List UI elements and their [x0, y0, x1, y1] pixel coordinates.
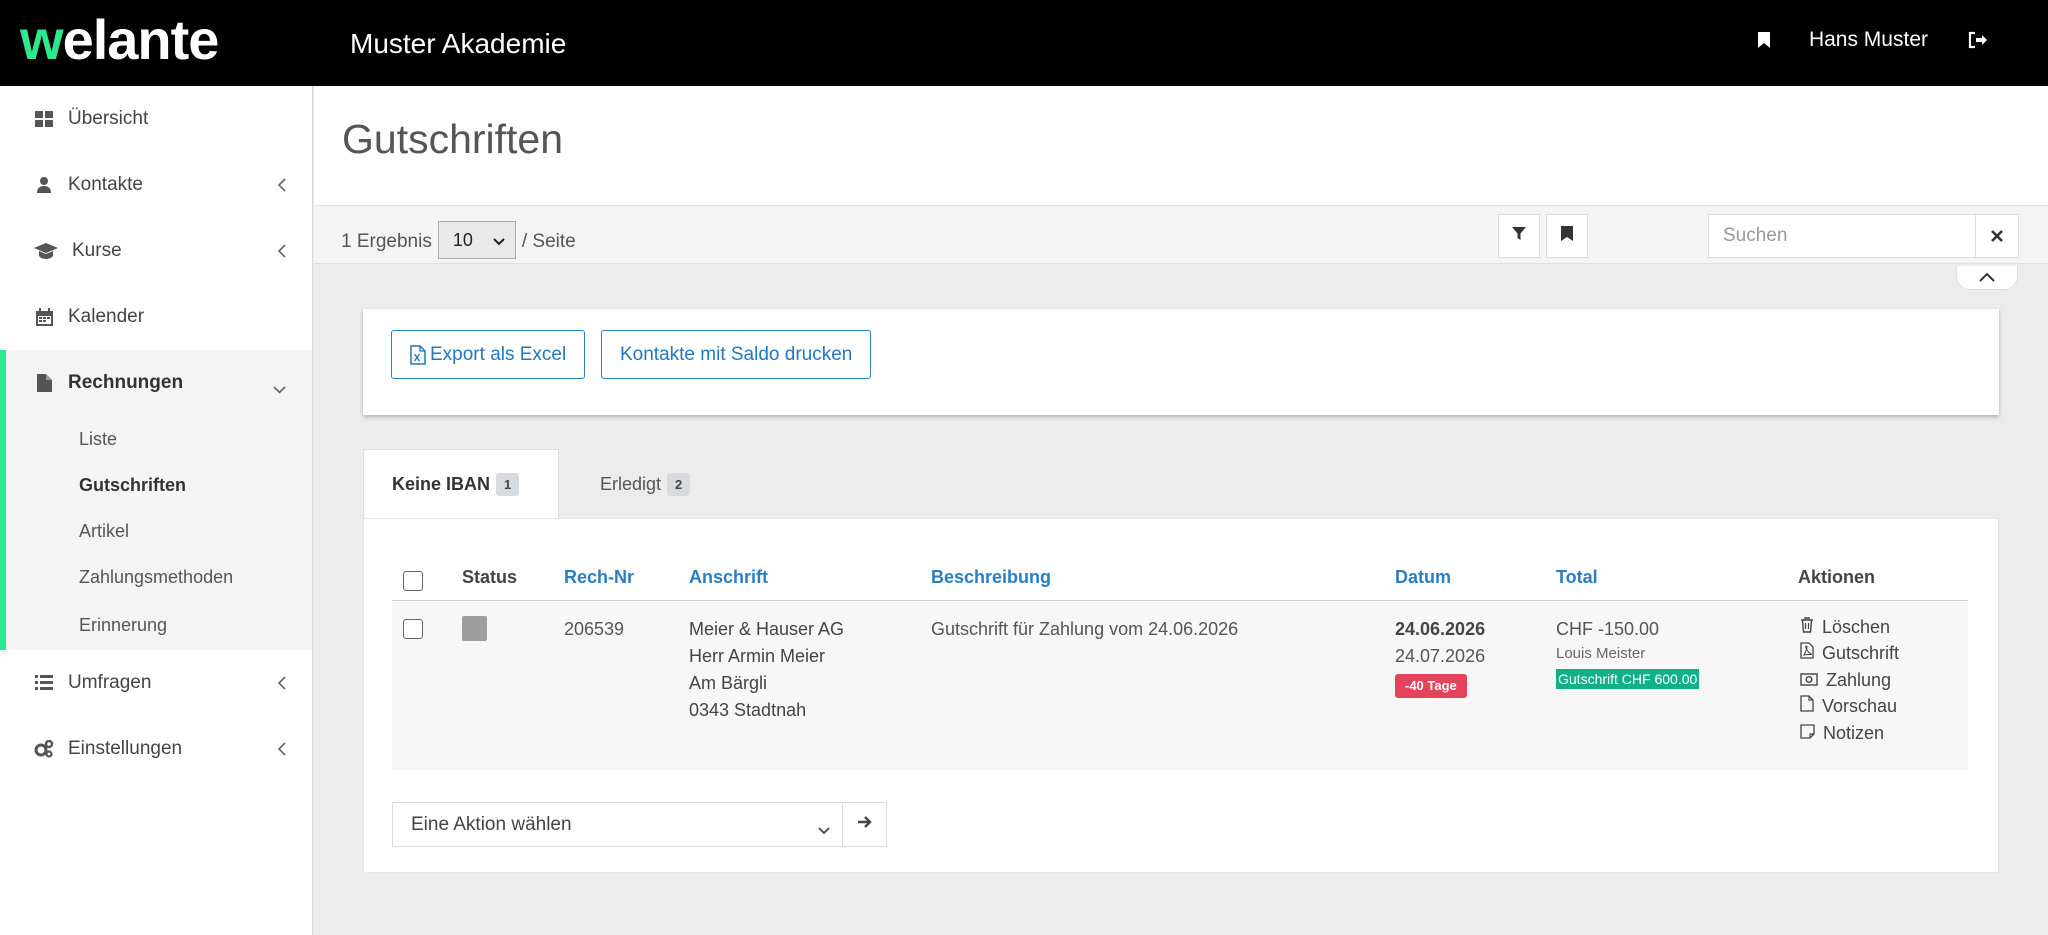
sidebar-item-kalender[interactable]: Kalender [0, 284, 312, 350]
sidebar-item-rechnungen[interactable]: Rechnungen [6, 350, 312, 416]
action-vorschau[interactable]: Vorschau [1800, 694, 1899, 721]
col-beschreibung[interactable]: Beschreibung [931, 567, 1051, 588]
print-saldo-button[interactable]: Kontakte mit Saldo drucken [601, 330, 872, 379]
total-amount: CHF -150.00 [1556, 619, 1660, 639]
action-notizen[interactable]: Notizen [1800, 720, 1899, 747]
status-indicator [462, 616, 487, 641]
chevron-up-icon [1979, 269, 1995, 287]
chevron-down-icon [493, 230, 505, 251]
sidebar-sub-liste[interactable]: Liste [6, 416, 312, 462]
top-bar: welante Muster Akademie Hans Muster [0, 0, 2048, 86]
select-all-checkbox[interactable] [403, 571, 423, 591]
total: CHF -150.00 Louis Meister Gutschrift CHF… [1556, 616, 1700, 692]
sidebar-sub-erinnerung[interactable]: Erinnerung [6, 600, 312, 650]
sidebar-item-einstellungen[interactable]: Einstellungen [0, 716, 312, 782]
sidebar-group-rechnungen: Rechnungen Liste Gutschriften Artikel Za… [0, 350, 312, 650]
list-toolbar: 1 Ergebnis 10 / Seite Suchen [314, 206, 2048, 264]
file-pdf-icon [1800, 640, 1814, 667]
list-icon [34, 673, 54, 693]
graduation-cap-icon [34, 241, 58, 261]
col-datum[interactable]: Datum [1395, 567, 1451, 588]
table-panel: Status Rech-Nr Anschrift Beschreibung Da… [363, 518, 1999, 873]
logout-icon[interactable] [1968, 31, 1988, 49]
sidebar-sub-gutschriften[interactable]: Gutschriften [6, 462, 312, 508]
action-loeschen[interactable]: Löschen [1800, 614, 1899, 641]
sidebar-sub-zahlungsmethoden[interactable]: Zahlungsmethoden [6, 554, 312, 600]
tab-count-badge: 1 [496, 473, 520, 496]
row-checkbox[interactable] [403, 619, 423, 639]
user-area: Hans Muster [1757, 28, 1988, 52]
col-total[interactable]: Total [1556, 567, 1598, 588]
dates: 24.06.2026 24.07.2026 -40 Tage [1395, 616, 1485, 698]
collapse-toggle[interactable] [1956, 266, 2018, 290]
per-page-select[interactable]: 10 [437, 221, 516, 259]
bulk-action-submit-button[interactable] [842, 802, 887, 847]
filter-icon [1512, 226, 1526, 246]
arrow-right-icon [857, 815, 873, 834]
file-icon [1800, 693, 1814, 720]
action-gutschrift[interactable]: Gutschrift [1800, 641, 1899, 668]
col-anschrift[interactable]: Anschrift [689, 567, 768, 588]
chevron-down-icon [818, 819, 830, 841]
invoice-number[interactable]: 206539 [564, 616, 624, 643]
search-input[interactable]: Suchen [1708, 214, 1976, 258]
row-actions: Löschen Gutschrift Zahlung Vorschau Noti… [1800, 614, 1899, 747]
page-title: Gutschriften [342, 116, 564, 162]
trash-icon [1800, 614, 1814, 641]
bookmark-icon [1561, 226, 1573, 246]
money-icon [1800, 667, 1818, 694]
sidebar-item-uebersicht[interactable]: Übersicht [0, 86, 312, 152]
chevron-left-icon [277, 740, 286, 762]
user-icon [34, 175, 54, 195]
bookmark-button[interactable] [1546, 214, 1588, 258]
description: Gutschrift für Zahlung vom 24.06.2026 [931, 619, 1239, 639]
days-badge: -40 Tage [1395, 674, 1467, 698]
export-excel-button[interactable]: Export als Excel [391, 330, 586, 379]
due-date: 24.07.2026 [1395, 646, 1486, 666]
contact-person: Louis Meister [1556, 645, 1646, 662]
actions-card: Export als Excel Kontakte mit Saldo druc… [363, 309, 1999, 415]
main-content: Gutschriften 1 Ergebnis 10 / Seite Suche… [314, 86, 2048, 935]
table-row: 206539 Meier & Hauser AG Herr Armin Meie… [392, 602, 1968, 770]
tab-keine-iban[interactable]: Keine IBAN 1 [363, 449, 559, 519]
user-name[interactable]: Hans Muster [1809, 28, 1928, 52]
filter-button[interactable] [1498, 214, 1540, 258]
page-header: Gutschriften [314, 86, 2048, 206]
file-icon [34, 373, 54, 393]
tab-erledigt[interactable]: Erledigt 2 [572, 449, 718, 519]
chevron-left-icon [277, 242, 286, 264]
academy-name: Muster Akademie [350, 28, 567, 59]
search-clear-button[interactable] [1975, 214, 2019, 258]
per-page-suffix: / Seite [521, 231, 576, 252]
file-excel-icon [410, 344, 426, 365]
sidebar-item-kurse[interactable]: Kurse [0, 218, 312, 284]
chevron-left-icon [277, 176, 286, 198]
action-zahlung[interactable]: Zahlung [1800, 667, 1899, 694]
sidebar-sub-artikel[interactable]: Artikel [6, 508, 312, 554]
result-count: 1 Ergebnis [341, 231, 432, 252]
invoice-date: 24.06.2026 [1395, 619, 1486, 639]
sidebar-item-kontakte[interactable]: Kontakte [0, 152, 312, 218]
results-info: 1 Ergebnis 10 / Seite [341, 221, 576, 259]
credit-badge: Gutschrift CHF 600.00 [1556, 669, 1700, 689]
sidebar-item-umfragen[interactable]: Umfragen [0, 650, 312, 716]
cogs-icon [34, 739, 54, 759]
calendar-icon [34, 307, 54, 327]
chevron-left-icon [277, 674, 286, 696]
col-status: Status [462, 567, 518, 587]
close-icon [1991, 225, 2003, 248]
sticky-note-icon [1800, 720, 1815, 747]
col-rech-nr[interactable]: Rech-Nr [564, 567, 634, 588]
logo[interactable]: welante [20, 10, 219, 70]
address: Meier & Hauser AG Herr Armin Meier Am Bä… [689, 619, 845, 720]
col-aktionen: Aktionen [1798, 567, 1876, 587]
bulk-action-select[interactable]: Eine Aktion wählen [392, 802, 843, 847]
bookmark-icon[interactable] [1757, 31, 1771, 49]
dashboard-icon [34, 109, 54, 129]
sidebar: Übersicht Kontakte Kurse Kalender Rechnu… [0, 86, 313, 935]
chevron-down-icon [273, 378, 286, 400]
tab-count-badge: 2 [667, 472, 691, 496]
table-header: Status Rech-Nr Anschrift Beschreibung Da… [392, 559, 1968, 601]
